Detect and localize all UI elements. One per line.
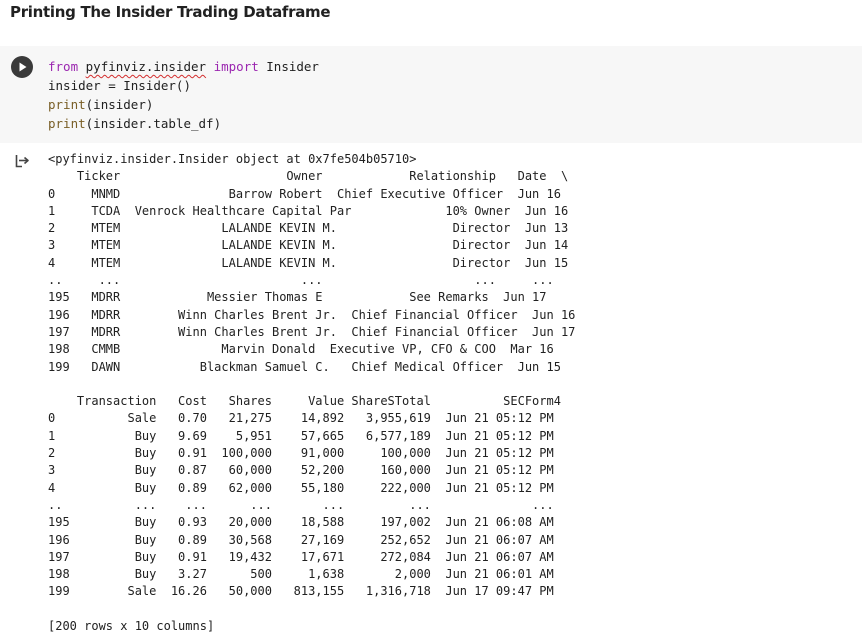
table-row: 197 MDRR Winn Charles Brent Jr. Chief Fi… — [48, 324, 576, 339]
code-token: print — [48, 116, 86, 131]
table-row: 0 MNMD Barrow Robert Chief Executive Off… — [48, 186, 561, 201]
table-row: 3 MTEM LALANDE KEVIN M. Director Jun 14 — [48, 238, 569, 253]
code-line: print(insider) — [48, 95, 319, 114]
object-repr: <pyfinviz.insider.Insider object at 0x7f… — [48, 152, 417, 166]
table-row: 196 MDRR Winn Charles Brent Jr. Chief Fi… — [48, 307, 576, 322]
table-header: Transaction Cost Shares Value ShareSTota… — [48, 394, 561, 409]
table-row: 2 MTEM LALANDE KEVIN M. Director Jun 13 — [48, 221, 569, 236]
table-row: 197 Buy 0.91 19,432 17,671 272,084 Jun 2… — [48, 549, 554, 564]
code-line: insider = Insider() — [48, 76, 319, 95]
section-heading: Printing The Insider Trading Dataframe — [10, 3, 331, 21]
code-line: print(insider.table_df) — [48, 114, 319, 133]
table-row: 199 DAWN Blackman Samuel C. Chief Medica… — [48, 359, 561, 374]
table-footer: [200 rows x 10 columns] — [48, 619, 215, 634]
code-token: (insider) — [85, 97, 154, 112]
table-row: 195 MDRR Messier Thomas E See Remarks Ju… — [48, 290, 547, 305]
table-row: 198 Buy 3.27 500 1,638 2,000 Jun 21 06:0… — [48, 567, 554, 582]
table-row: .. ... ... ... ... ... ... — [48, 497, 554, 512]
table-row: 2 Buy 0.91 100,000 91,000 100,000 Jun 21… — [48, 446, 554, 461]
code-line: from pyfinviz.insider import Insider — [48, 57, 319, 76]
table-header: Ticker Owner Relationship Date \ — [48, 169, 569, 184]
output-toggle-icon[interactable] — [14, 152, 32, 170]
table-row: 3 Buy 0.87 60,000 52,200 160,000 Jun 21 … — [48, 463, 554, 478]
code-token: (insider.table_df) — [85, 116, 222, 131]
table-row: 199 Sale 16.26 50,000 813,155 1,316,718 … — [48, 584, 554, 599]
output-arrow-icon — [15, 155, 29, 168]
table-row: 195 Buy 0.93 20,000 18,588 197,002 Jun 2… — [48, 515, 554, 530]
table-row: 1 Buy 9.69 5,951 57,665 6,577,189 Jun 21… — [48, 428, 554, 443]
table-row: 0 Sale 0.70 21,275 14,892 3,955,619 Jun … — [48, 411, 554, 426]
table-row: 196 Buy 0.89 30,568 27,169 252,652 Jun 2… — [48, 532, 554, 547]
code-editor[interactable]: from pyfinviz.insider import Insider insi… — [48, 57, 319, 133]
cell-output: <pyfinviz.insider.Insider object at 0x7f… — [48, 151, 575, 635]
run-cell-button[interactable] — [11, 56, 33, 78]
table-row: 4 MTEM LALANDE KEVIN M. Director Jun 15 — [48, 255, 569, 270]
code-token: import — [213, 59, 259, 74]
table-row: 198 CMMB Marvin Donald Executive VP, CFO… — [48, 342, 554, 357]
code-token: Insider — [258, 59, 319, 74]
table-row: 1 TCDA Venrock Healthcare Capital Par 10… — [48, 203, 569, 218]
code-token: insider = Insider() — [48, 78, 191, 93]
code-token: print — [48, 97, 86, 112]
code-token: pyfinviz.insider — [85, 59, 207, 74]
table-row: .. ... ... ... ... — [48, 273, 554, 288]
play-icon — [19, 62, 27, 72]
table-row: 4 Buy 0.89 62,000 55,180 222,000 Jun 21 … — [48, 480, 554, 495]
code-token: from — [48, 59, 79, 74]
